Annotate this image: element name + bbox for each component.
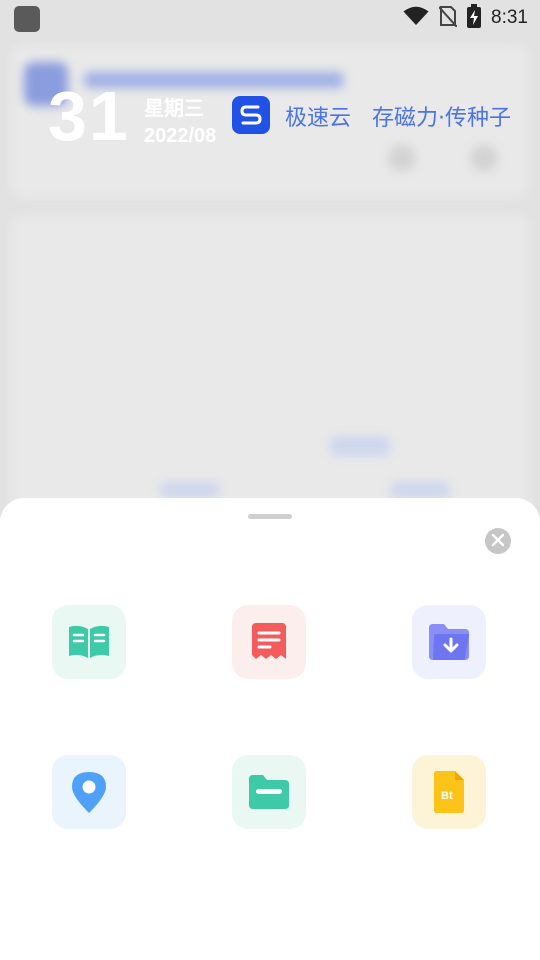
close-icon bbox=[491, 532, 505, 551]
tile-folder-download[interactable] bbox=[412, 605, 486, 679]
s-logo-icon[interactable] bbox=[232, 96, 270, 134]
folder-download-icon bbox=[427, 622, 471, 662]
date-header: 31 星期三 2022/08 极速云 存磁力·传种子 bbox=[0, 70, 540, 170]
status-icons: 8:31 bbox=[403, 4, 528, 32]
status-bar: 8:31 bbox=[0, 0, 540, 36]
tile-document[interactable] bbox=[232, 605, 306, 679]
brand-slogan: 存磁力·传种子 bbox=[372, 106, 511, 131]
book-icon bbox=[67, 624, 111, 660]
bt-file-icon: Bt bbox=[431, 770, 467, 814]
clock-time: 8:31 bbox=[491, 7, 528, 28]
close-button[interactable] bbox=[485, 528, 511, 554]
folder-icon bbox=[247, 774, 291, 810]
wifi-icon bbox=[403, 6, 429, 30]
document-icon bbox=[248, 621, 290, 663]
tile-location[interactable] bbox=[52, 755, 126, 829]
location-pin-icon bbox=[70, 770, 108, 814]
bt-file-label: Bt bbox=[441, 790, 453, 802]
battery-charging-icon bbox=[467, 4, 482, 32]
no-sim-icon bbox=[438, 5, 458, 31]
weekday-label: 星期三 bbox=[144, 96, 204, 120]
tile-bt-file[interactable]: Bt bbox=[412, 755, 486, 829]
tile-folder[interactable] bbox=[232, 755, 306, 829]
tile-book[interactable] bbox=[52, 605, 126, 679]
brand-name[interactable]: 极速云 bbox=[285, 100, 351, 132]
drag-handle[interactable] bbox=[248, 514, 292, 519]
year-month-label: 2022/08 bbox=[144, 125, 217, 147]
day-number: 31 bbox=[48, 77, 130, 155]
bottom-sheet: Bt bbox=[0, 498, 540, 960]
app-icon bbox=[14, 6, 40, 32]
